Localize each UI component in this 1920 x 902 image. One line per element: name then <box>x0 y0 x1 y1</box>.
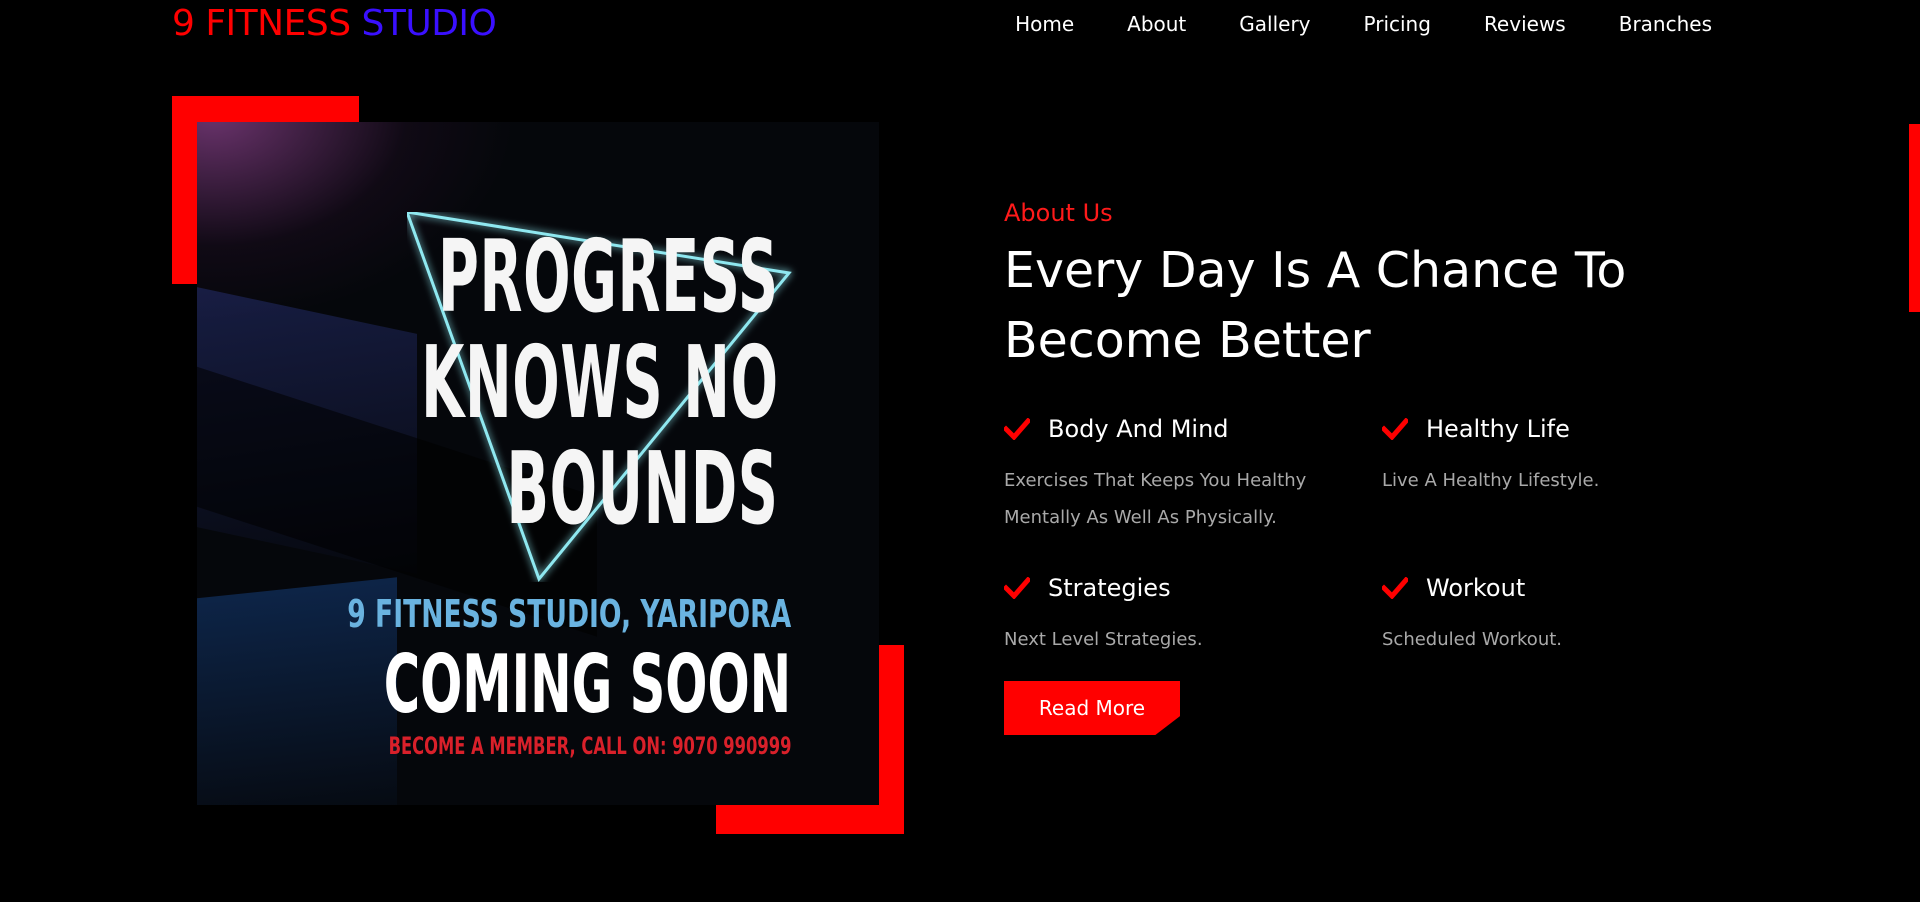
feature-description: Live A Healthy Lifestyle. <box>1382 470 1600 491</box>
feature-title: Workout <box>1426 574 1526 602</box>
brand-logo-part2: STUDIO <box>361 3 497 44</box>
section-label: About Us <box>1004 199 1113 227</box>
section-heading: Every Day Is A Chance To Become Better <box>1004 242 1627 369</box>
feature-title-row: Strategies <box>1004 571 1344 605</box>
feature-title-row: Body And Mind <box>1004 412 1344 446</box>
about-poster-image: PROGRESS KNOWS NO BOUNDS 9 FITNESS STUDI… <box>197 122 879 805</box>
brand-logo[interactable]: 9 FITNESS STUDIO <box>172 2 497 46</box>
nav-item-gallery[interactable]: Gallery <box>1239 10 1310 38</box>
feature-title-row: Workout <box>1382 571 1722 605</box>
nav-item-about[interactable]: About <box>1127 10 1186 38</box>
poster-coming-soon: COMING SOON <box>383 638 791 731</box>
nav-item-reviews[interactable]: Reviews <box>1484 10 1566 38</box>
feature-title: Strategies <box>1048 574 1171 602</box>
poster-headline: PROGRESS KNOWS NO BOUNDS <box>422 224 779 542</box>
read-more-button[interactable]: Read More <box>1004 681 1180 735</box>
check-icon <box>1004 418 1030 440</box>
check-icon <box>1004 577 1030 599</box>
check-icon <box>1382 577 1408 599</box>
main-nav: Home About Gallery Pricing Reviews Branc… <box>1015 10 1712 38</box>
feature-description: Scheduled Workout. <box>1382 629 1562 650</box>
feature-item: Workout Scheduled Workout. <box>1382 571 1722 658</box>
poster-contact: BECOME A MEMBER, CALL ON: 9070 990999 <box>388 732 791 760</box>
feature-description: Exercises That Keeps You Healthy Mentall… <box>1004 470 1307 528</box>
brand-logo-part1: 9 FITNESS <box>172 3 351 44</box>
side-accent-bar <box>1909 124 1920 312</box>
poster-headline-line: BOUNDS <box>506 430 779 547</box>
feature-title: Healthy Life <box>1426 415 1570 443</box>
nav-item-branches[interactable]: Branches <box>1619 10 1712 38</box>
site-header: 9 FITNESS STUDIO Home About Gallery Pric… <box>0 0 1920 50</box>
nav-item-home[interactable]: Home <box>1015 10 1074 38</box>
feature-item: Body And Mind Exercises That Keeps You H… <box>1004 412 1344 536</box>
poster-subheading: 9 FITNESS STUDIO, YARIPORA <box>347 592 791 636</box>
feature-title-row: Healthy Life <box>1382 412 1722 446</box>
feature-title: Body And Mind <box>1048 415 1229 443</box>
poster-headline-line: KNOWS NO <box>421 324 779 441</box>
feature-description: Next Level Strategies. <box>1004 629 1203 650</box>
feature-item: Healthy Life Live A Healthy Lifestyle. <box>1382 412 1722 499</box>
nav-item-pricing[interactable]: Pricing <box>1364 10 1431 38</box>
feature-item: Strategies Next Level Strategies. <box>1004 571 1344 658</box>
check-icon <box>1382 418 1408 440</box>
poster-headline-line: PROGRESS <box>438 218 779 335</box>
